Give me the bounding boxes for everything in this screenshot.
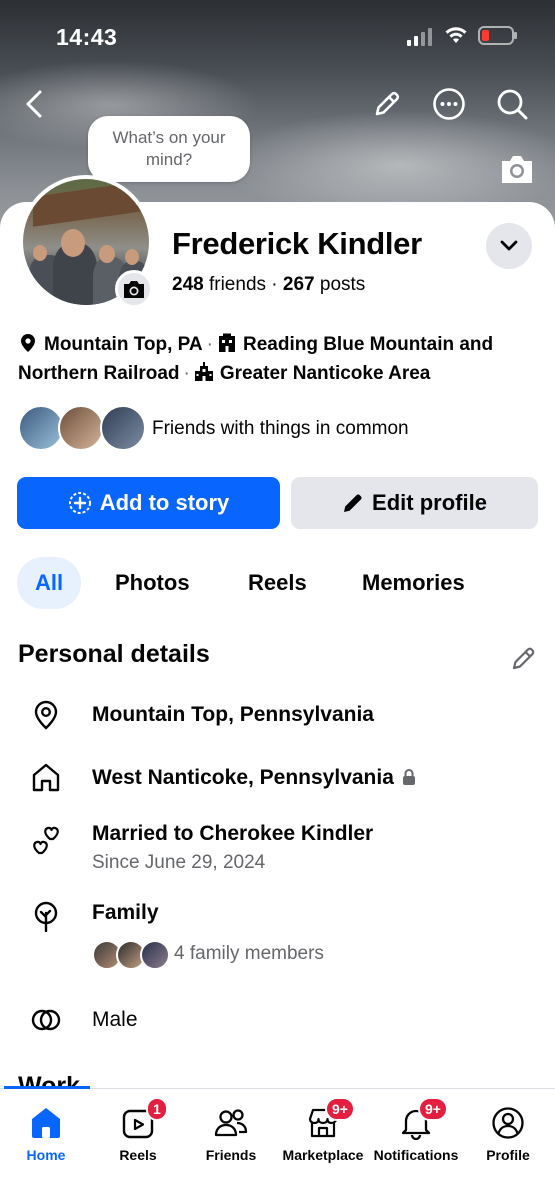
cellular-signal-icon bbox=[407, 28, 432, 46]
tab-photos[interactable]: Photos bbox=[115, 557, 190, 609]
current-city: Mountain Top, Pennsylvania bbox=[92, 703, 374, 726]
nav-notifications[interactable]: 9+ Notifications bbox=[366, 1097, 466, 1163]
intro-details: Mountain Top, PA · Reading Blue Mountain a… bbox=[18, 333, 494, 384]
marketplace-badge: 9+ bbox=[325, 1097, 355, 1121]
mutual-friend-avatar bbox=[100, 405, 146, 451]
friends-label[interactable]: friends bbox=[209, 274, 266, 295]
hearts-icon bbox=[33, 826, 59, 855]
pencil-icon bbox=[344, 494, 362, 512]
home-outline-icon bbox=[32, 763, 60, 792]
bottom-nav: Home 1 Reels Friends 9+ Marketplace 9+ N… bbox=[0, 1088, 555, 1200]
school-icon bbox=[194, 362, 213, 381]
nav-notifications-label: Notifications bbox=[373, 1147, 459, 1163]
profile-dropdown-button[interactable] bbox=[486, 223, 532, 269]
chevron-left-icon bbox=[26, 90, 42, 118]
nav-active-indicator bbox=[4, 1086, 90, 1089]
lock-icon bbox=[402, 769, 415, 785]
posts-label: posts bbox=[319, 274, 366, 295]
profile-counts: 248 friends · 267 posts bbox=[172, 274, 365, 296]
friends-in-common[interactable]: Friends with things in common bbox=[18, 405, 538, 453]
search-button[interactable] bbox=[494, 86, 530, 122]
intro-location: Mountain Top, PA bbox=[44, 334, 203, 355]
nav-friends[interactable]: Friends bbox=[181, 1103, 281, 1163]
workplace-icon bbox=[218, 333, 235, 352]
plus-circle-icon bbox=[68, 492, 91, 514]
pencil-icon bbox=[375, 91, 400, 116]
edit-cover-button[interactable] bbox=[369, 86, 405, 122]
reels-badge: 1 bbox=[146, 1097, 168, 1121]
edit-profile-button[interactable]: Edit profile bbox=[291, 477, 538, 529]
home-icon bbox=[32, 1108, 60, 1138]
relationship-status[interactable]: Married to Cherokee Kindler bbox=[92, 822, 373, 846]
location-pin-icon bbox=[34, 700, 58, 730]
tab-all[interactable]: All bbox=[17, 557, 82, 609]
nav-home[interactable]: Home bbox=[0, 1103, 96, 1163]
posts-count: 267 bbox=[282, 274, 315, 295]
family-tree-icon bbox=[34, 901, 58, 932]
hometown: West Nanticoke, Pennsylvania bbox=[92, 766, 416, 790]
search-icon bbox=[497, 89, 528, 120]
gender-icon bbox=[31, 1009, 61, 1031]
nav-profile[interactable]: Profile bbox=[458, 1103, 555, 1163]
change-avatar-button[interactable] bbox=[115, 270, 153, 308]
personal-details-title: Personal details bbox=[18, 640, 210, 668]
friends-count: 248 bbox=[172, 274, 204, 295]
nav-home-label: Home bbox=[26, 1147, 66, 1163]
relationship-since: Since June 29, 2024 bbox=[92, 852, 266, 873]
family-member-avatar bbox=[140, 940, 170, 970]
mutual-friend-avatar bbox=[58, 405, 104, 451]
tab-memories[interactable]: Memories bbox=[362, 557, 465, 609]
friends-icon bbox=[214, 1109, 248, 1137]
status-bar: 14:43 bbox=[0, 22, 555, 52]
notifications-badge: 9+ bbox=[418, 1097, 448, 1121]
more-options-button[interactable] bbox=[431, 86, 467, 122]
tab-reels[interactable]: Reels bbox=[248, 557, 307, 609]
nav-friends-label: Friends bbox=[205, 1147, 257, 1163]
location-pin-icon bbox=[21, 334, 35, 352]
profile-name: Frederick Kindler bbox=[172, 226, 422, 261]
bubble-text: What’s on your mind? bbox=[112, 128, 226, 169]
nav-profile-label: Profile bbox=[486, 1147, 530, 1163]
wifi-icon bbox=[445, 27, 467, 43]
cover-camera-icon[interactable] bbox=[499, 152, 535, 186]
edit-profile-label: Edit profile bbox=[372, 490, 487, 515]
nav-reels[interactable]: 1 Reels bbox=[88, 1097, 188, 1163]
nav-reels-label: Reels bbox=[119, 1147, 157, 1163]
family-title: Family bbox=[92, 901, 159, 924]
nav-marketplace-label: Marketplace bbox=[282, 1147, 364, 1163]
more-icon bbox=[433, 88, 465, 120]
back-button[interactable] bbox=[16, 86, 52, 122]
add-to-story-button[interactable]: Add to story bbox=[17, 477, 280, 529]
profile-tabs: All Photos Reels Memories bbox=[17, 557, 537, 609]
gender: Male bbox=[92, 1008, 138, 1031]
nav-marketplace[interactable]: 9+ Marketplace bbox=[273, 1097, 373, 1163]
edit-details-pencil-icon[interactable] bbox=[510, 644, 538, 672]
add-to-story-label: Add to story bbox=[99, 490, 230, 515]
counts-separator: · bbox=[271, 274, 278, 295]
intro-school: Greater Nanticoke Area bbox=[219, 363, 431, 384]
whats-on-your-mind-bubble[interactable]: What’s on your mind? bbox=[88, 116, 250, 204]
profile-icon bbox=[492, 1107, 524, 1139]
camera-icon bbox=[124, 281, 144, 298]
chevron-down-icon bbox=[500, 240, 518, 251]
status-time: 14:43 bbox=[56, 24, 118, 50]
friends-in-common-label: Friends with things in common bbox=[152, 418, 409, 439]
family-members-count[interactable]: 4 family members bbox=[174, 943, 324, 965]
hometown-text: West Nanticoke, Pennsylvania bbox=[92, 766, 394, 789]
battery-icon bbox=[478, 26, 517, 45]
